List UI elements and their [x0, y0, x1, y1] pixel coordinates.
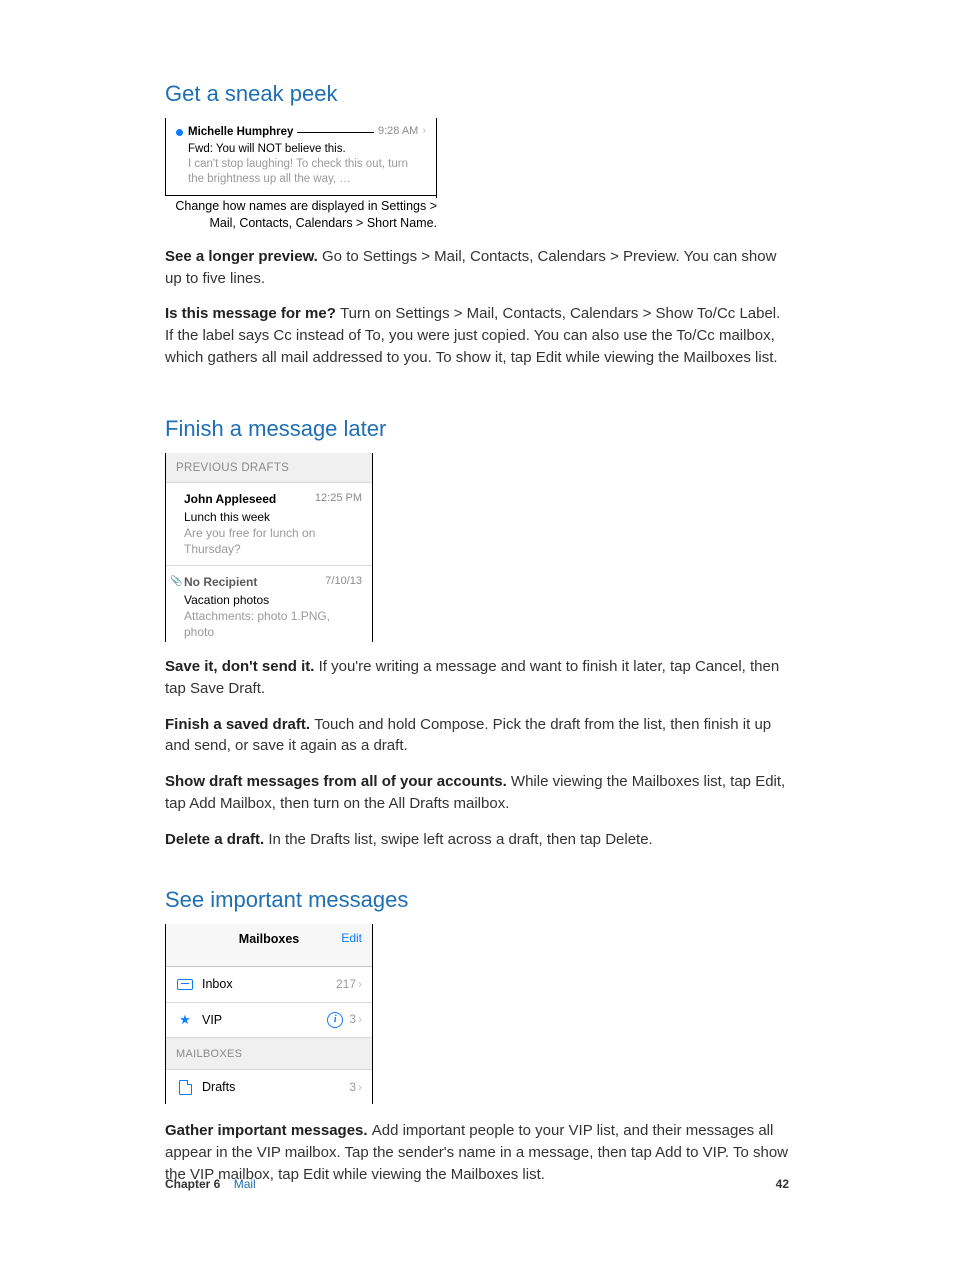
draft-item: 📎 No Recipient 7/10/13 Vacation photos A… — [166, 566, 372, 642]
draft-time: 12:25 PM — [315, 491, 362, 508]
callout-tick — [436, 188, 437, 198]
para-delete-draft: Delete a draft. In the Drafts list, swip… — [165, 829, 789, 851]
para-message-for-me: Is this message for me? Turn on Settings… — [165, 303, 789, 368]
chapter-number: Chapter 6 — [165, 1177, 220, 1191]
sneak-time: 9:28 AM — [378, 124, 418, 140]
mailbox-row-drafts[interactable]: Drafts 3 › — [166, 1070, 372, 1104]
para-save-draft: Save it, don't send it. If you're writin… — [165, 656, 789, 700]
heading-important-messages: See important messages — [165, 884, 789, 916]
edit-button[interactable]: Edit — [341, 930, 362, 947]
unread-dot-icon — [176, 129, 183, 136]
chevron-right-icon: › — [422, 124, 426, 140]
inbox-icon — [177, 979, 193, 990]
mailbox-count: 3 — [349, 1079, 356, 1096]
draft-item: John Appleseed 12:25 PM Lunch this week … — [166, 483, 372, 566]
heading-sneak-peek: Get a sneak peek — [165, 78, 789, 110]
chapter-title: Mail — [234, 1177, 256, 1191]
info-icon[interactable]: i — [327, 1012, 343, 1028]
page-footer: Chapter 6 Mail 42 — [165, 1176, 789, 1193]
chevron-right-icon: › — [358, 976, 362, 993]
para-finish-draft: Finish a saved draft. Touch and hold Com… — [165, 714, 789, 758]
sneak-preview-text: I can't stop laughing! To check this out… — [188, 157, 426, 187]
draft-preview: Attachments: photo 1.PNG, photo — [184, 609, 362, 640]
figure-mailboxes: Mailboxes Edit Inbox 217 › ★ VIP i 3 › M… — [165, 924, 373, 1104]
sneak-callout: Change how names are displayed in Settin… — [165, 198, 437, 232]
mailboxes-section-header: MAILBOXES — [166, 1038, 372, 1070]
figure-previous-drafts: PREVIOUS DRAFTS John Appleseed 12:25 PM … — [165, 453, 373, 643]
page-number: 42 — [776, 1177, 789, 1191]
draft-recipient: John Appleseed — [184, 491, 276, 508]
draft-preview: Are you free for lunch on Thursday? — [184, 526, 362, 557]
paperclip-icon: 📎 — [170, 575, 182, 590]
heading-finish-later: Finish a message later — [165, 413, 789, 445]
draft-time: 7/10/13 — [325, 574, 362, 591]
mailbox-label: Drafts — [202, 1078, 349, 1096]
drafts-header: PREVIOUS DRAFTS — [166, 453, 372, 484]
draft-subject: Lunch this week — [184, 509, 362, 526]
draft-subject: Vacation photos — [184, 592, 362, 609]
sneak-sender: Michelle Humphrey — [188, 124, 293, 141]
document-icon — [179, 1080, 192, 1095]
mailbox-count: 3 — [349, 1011, 356, 1028]
sneak-subject: Fwd: You will NOT believe this. — [188, 141, 426, 158]
chevron-right-icon: › — [358, 1011, 362, 1028]
mailbox-row-vip[interactable]: ★ VIP i 3 › — [166, 1003, 372, 1039]
draft-recipient: No Recipient — [184, 574, 257, 591]
star-icon: ★ — [179, 1011, 191, 1030]
mailboxes-navbar: Mailboxes Edit — [166, 924, 372, 967]
figure-sneak-preview: Michelle Humphrey 9:28 AM › Fwd: You wil… — [165, 118, 437, 196]
para-show-all-drafts: Show draft messages from all of your acc… — [165, 771, 789, 815]
para-longer-preview: See a longer preview. Go to Settings > M… — [165, 246, 789, 290]
mailbox-label: VIP — [202, 1011, 327, 1029]
mailbox-label: Inbox — [202, 975, 336, 993]
mailbox-row-inbox[interactable]: Inbox 217 › — [166, 967, 372, 1002]
chevron-right-icon: › — [358, 1079, 362, 1096]
callout-leader-line — [297, 132, 374, 133]
mailbox-count: 217 — [336, 976, 356, 993]
mailboxes-title: Mailboxes — [176, 930, 362, 948]
